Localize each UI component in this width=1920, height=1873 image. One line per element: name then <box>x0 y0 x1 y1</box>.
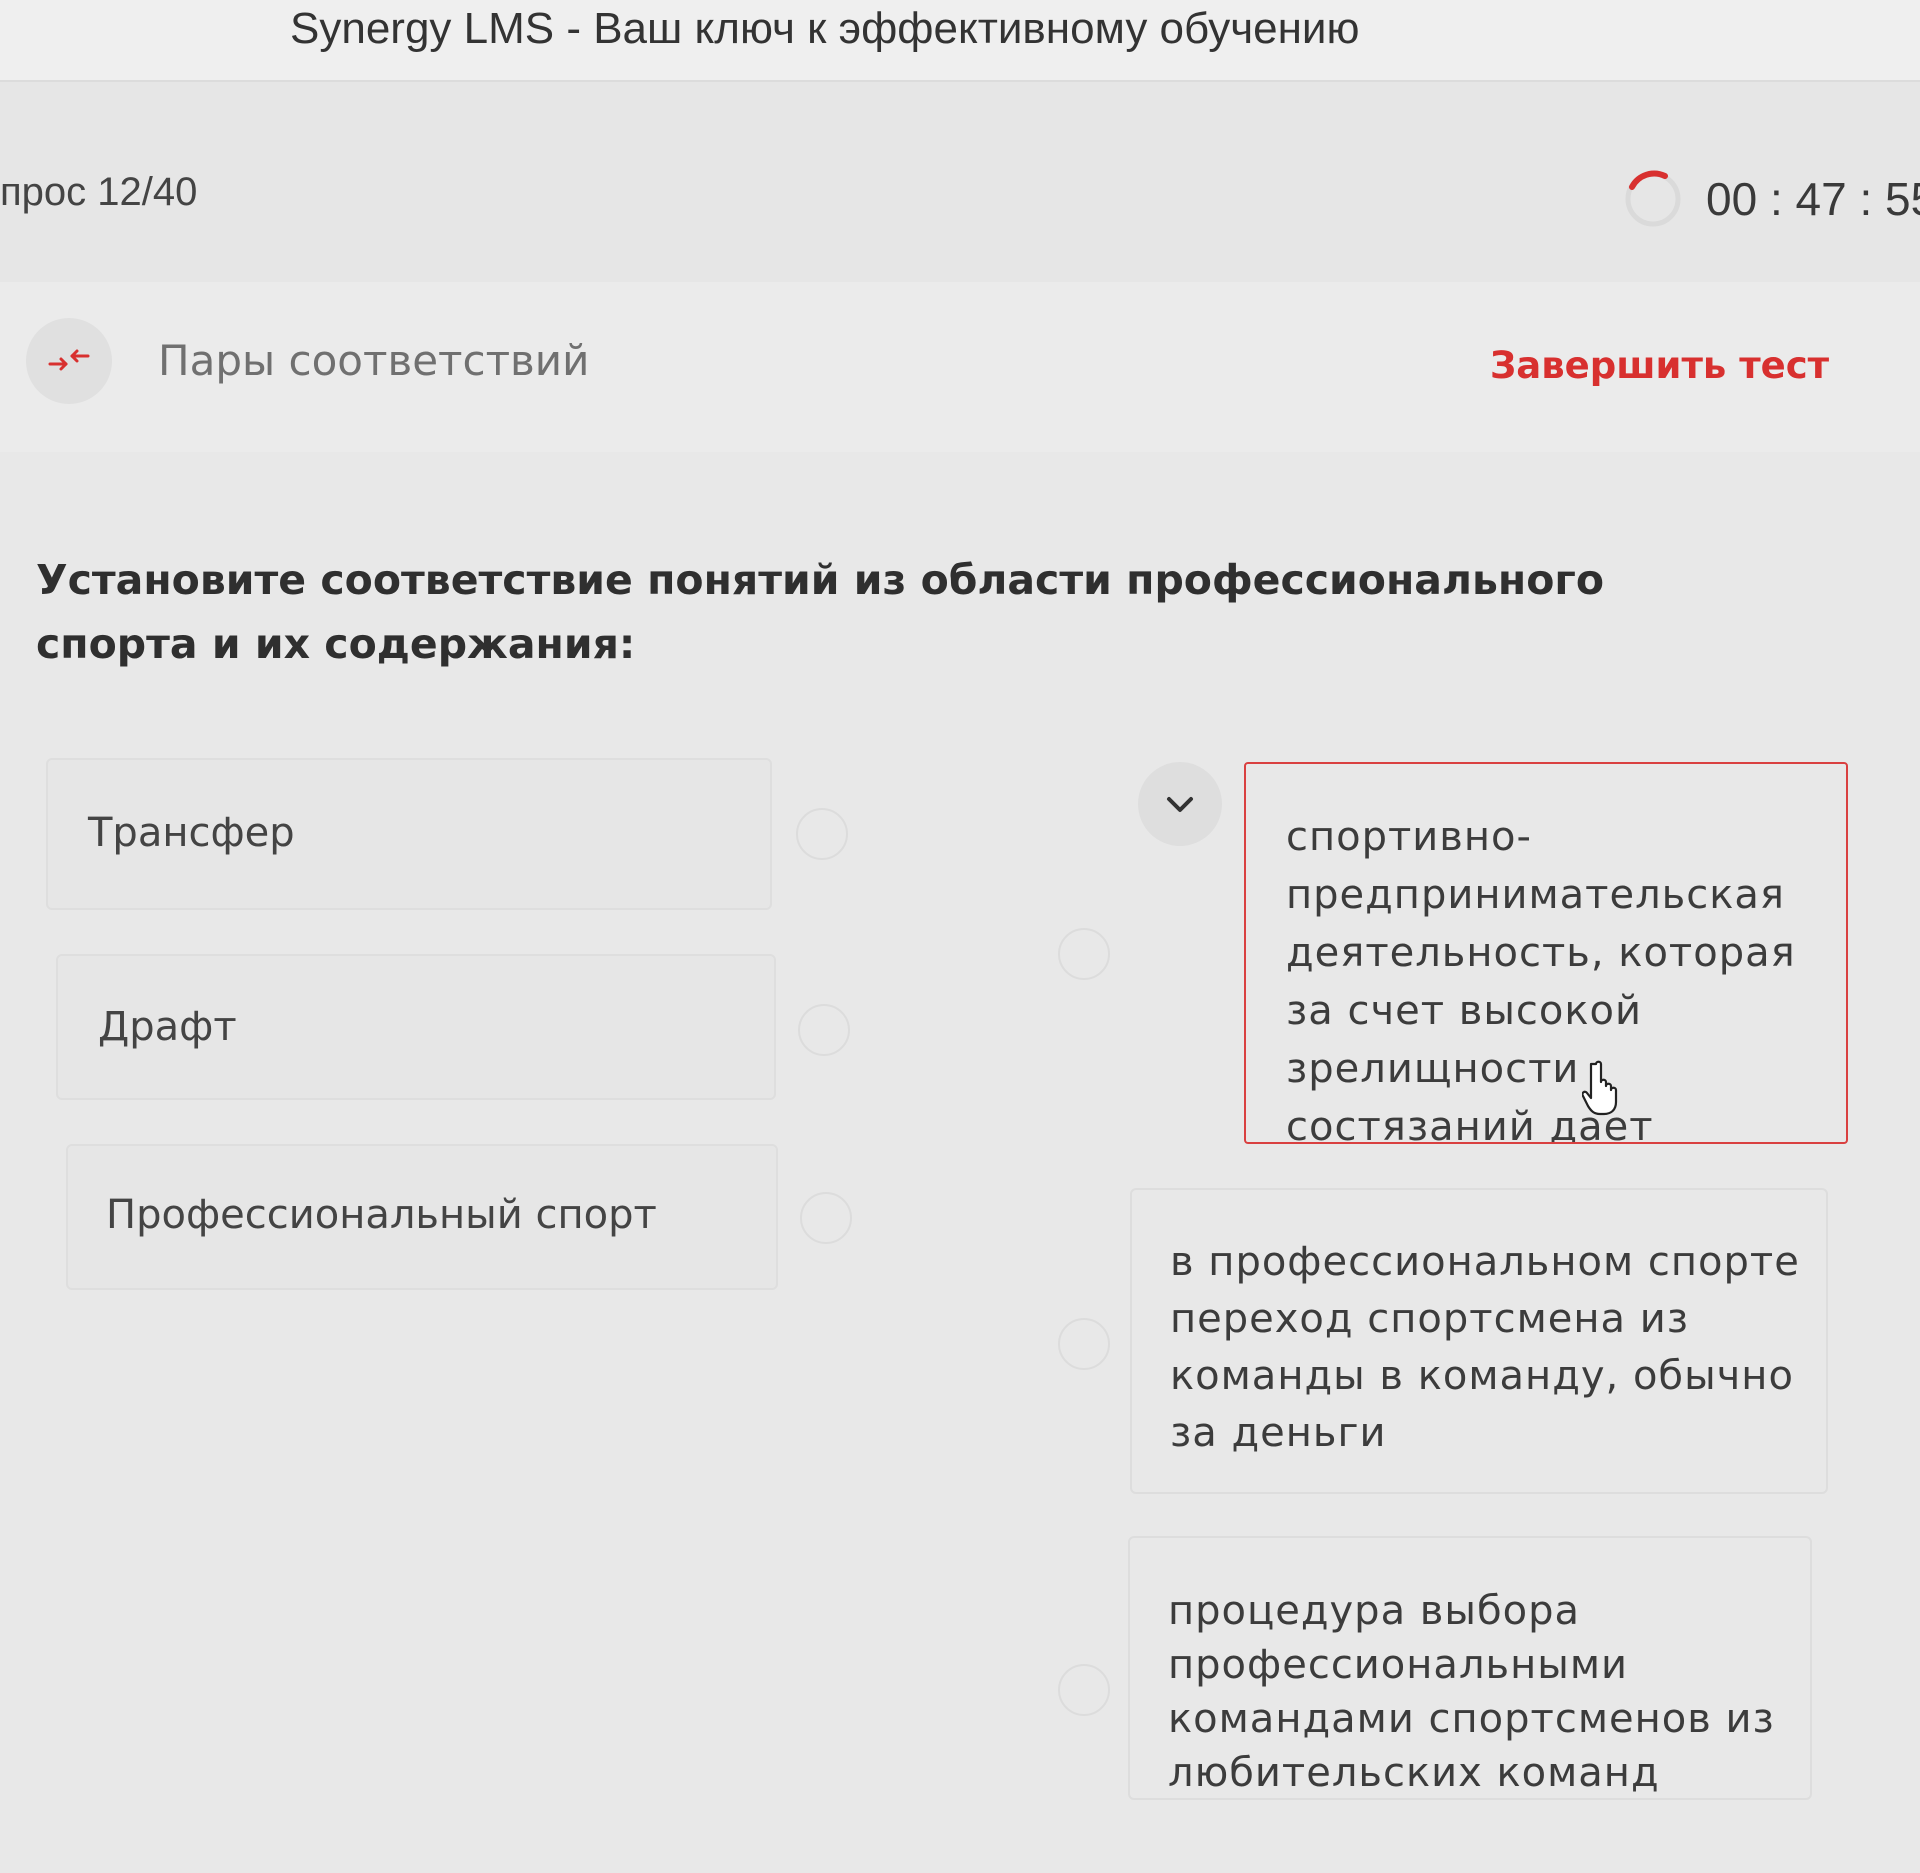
term-connector-draft[interactable] <box>798 1004 850 1056</box>
window-titlebar: Synergy LMS - Ваш ключ к эффективному об… <box>0 0 1920 82</box>
term-label: Профессиональный спорт <box>106 1192 657 1238</box>
question-counter: прос 12/40 <box>0 170 198 214</box>
definition-card-1[interactable]: спортивно-предпринимательская деятельнос… <box>1244 762 1848 1144</box>
term-label: Трансфер <box>88 810 295 856</box>
definition-text: процедура выбора профессиональными коман… <box>1168 1588 1775 1796</box>
term-card-professional-sport[interactable]: Профессиональный спорт <box>66 1144 778 1290</box>
definition-connector-1[interactable] <box>1058 928 1110 980</box>
swap-arrows-icon <box>48 349 90 371</box>
definition-connector-2[interactable] <box>1058 1318 1110 1370</box>
term-connector-transfer[interactable] <box>796 808 848 860</box>
definition-card-3[interactable]: процедура выбора профессиональными коман… <box>1128 1536 1812 1800</box>
definition-text: спортивно-предпринимательская деятельнос… <box>1286 814 1796 1144</box>
term-connector-professional-sport[interactable] <box>800 1192 852 1244</box>
dropdown-toggle-button[interactable] <box>1138 762 1222 846</box>
question-type-label: Пары соответствий <box>158 336 590 385</box>
window-title: Synergy LMS - Ваш ключ к эффективному об… <box>290 4 1360 53</box>
timer-ring-icon <box>1625 170 1681 227</box>
question-type-badge <box>26 318 112 404</box>
definition-text: в профессиональном спорте переход спортс… <box>1170 1239 1800 1456</box>
term-card-draft[interactable]: Драфт <box>56 954 776 1100</box>
definition-connector-3[interactable] <box>1058 1664 1110 1716</box>
definition-card-2[interactable]: в профессиональном спорте переход спортс… <box>1130 1188 1828 1494</box>
chevron-down-icon <box>1167 797 1193 812</box>
term-card-transfer[interactable]: Трансфер <box>46 758 772 910</box>
timer: 00 : 47 : 55 <box>1706 173 1920 225</box>
finish-test-button[interactable]: Завершить тест <box>1490 344 1829 387</box>
question-text: Установите соответствие понятий из облас… <box>36 556 1604 668</box>
hand-pointer-icon <box>1582 1060 1618 1116</box>
term-label: Драфт <box>98 1004 237 1050</box>
